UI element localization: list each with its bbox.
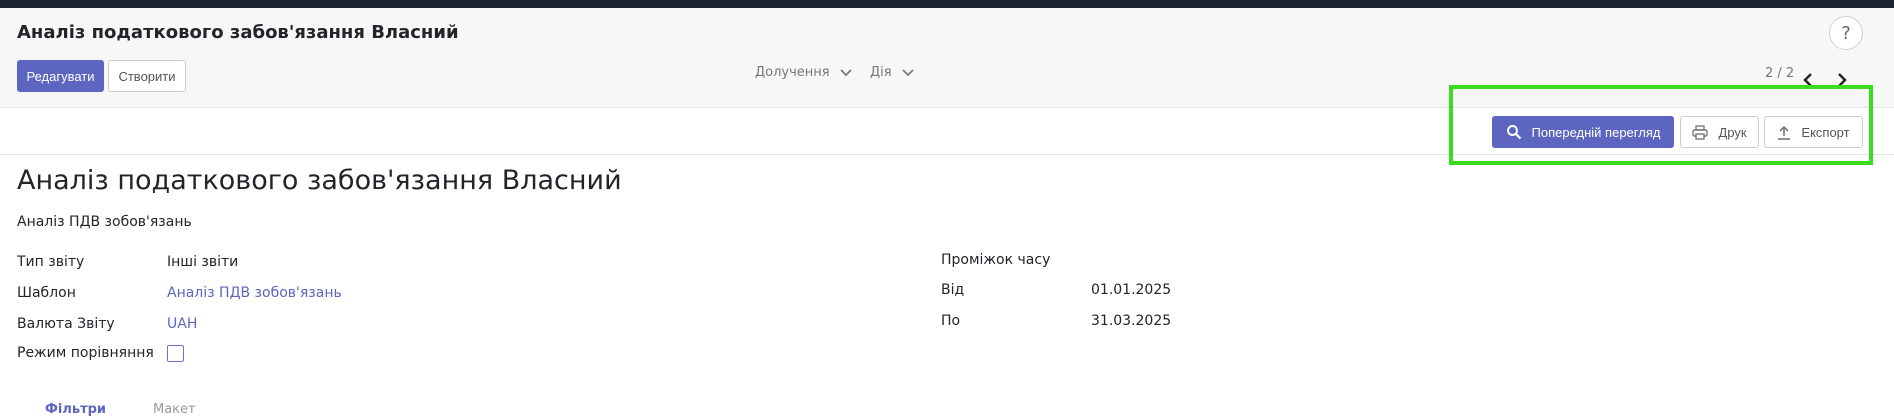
edit-button[interactable]: Редагувати — [17, 60, 104, 92]
breadcrumb: Аналіз податкового забов'язання Власний — [17, 22, 459, 43]
highlight-box — [1449, 85, 1873, 165]
chevron-down-icon — [839, 68, 852, 76]
pager-value: 2 / 2 — [1765, 66, 1795, 81]
period-label: Проміжок часу — [941, 252, 1051, 268]
currency-link[interactable]: UAH — [167, 316, 197, 332]
tab-layout[interactable]: Макет — [153, 402, 196, 417]
template-label: Шаблон — [17, 285, 76, 301]
report-subtitle: Аналіз ПДВ зобов'язань — [17, 214, 192, 230]
attachments-label: Долучення — [755, 65, 830, 80]
date-to-value: 31.03.2025 — [1091, 313, 1172, 329]
date-from-label: Від — [941, 282, 965, 298]
help-button[interactable]: ? — [1829, 16, 1863, 50]
date-from-value: 01.01.2025 — [1091, 282, 1172, 298]
date-to-label: По — [941, 313, 961, 329]
report-type-value: Інші звіти — [167, 254, 239, 270]
comparison-mode-checkbox[interactable] — [167, 345, 184, 362]
template-link[interactable]: Аналіз ПДВ зобов'язань — [167, 285, 342, 301]
attachments-dropdown[interactable]: Долучення — [755, 65, 852, 80]
action-label: Дія — [870, 65, 892, 80]
comparison-mode-label: Режим порівняння — [17, 345, 154, 361]
report-type-label: Тип звіту — [17, 254, 85, 270]
tab-filters[interactable]: Фільтри — [45, 402, 106, 417]
create-button[interactable]: Створити — [108, 60, 186, 92]
chevron-down-icon — [901, 68, 914, 76]
top-navbar — [0, 0, 1894, 8]
currency-label: Валюта Звіту — [17, 316, 115, 332]
action-dropdown[interactable]: Дія — [870, 65, 914, 80]
report-title: Аналіз податкового забов'язання Власний — [17, 165, 622, 196]
